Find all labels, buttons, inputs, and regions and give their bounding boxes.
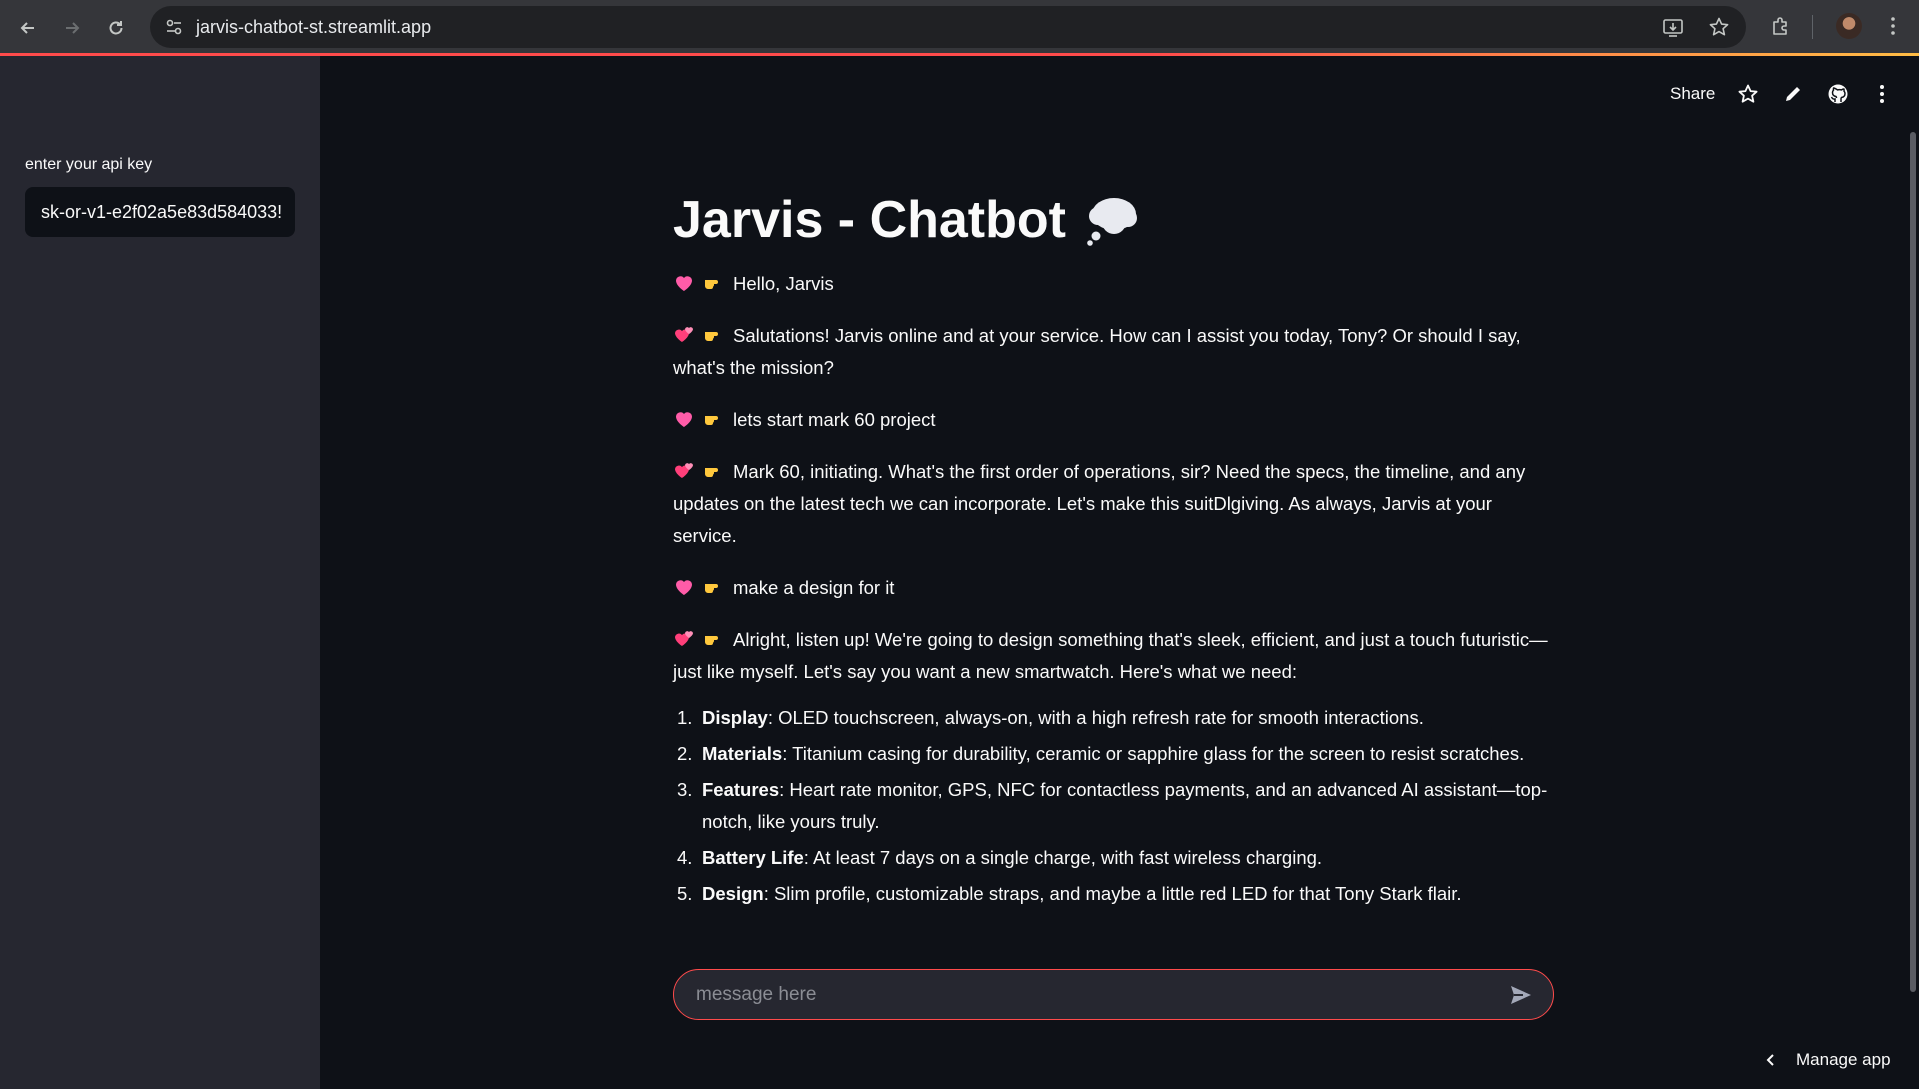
list-item: 2. Materials: Titanium casing for durabil… xyxy=(677,743,1525,764)
main-content: Jarvis - Chatbot Hello, Jarvis Salutatio… xyxy=(673,180,1553,914)
share-button[interactable]: Share xyxy=(1670,84,1715,104)
chat-message-assistant: Alright, listen up! We're going to desig… xyxy=(673,624,1553,688)
address-bar[interactable]: jarvis-chatbot-st.streamlit.app xyxy=(150,6,1746,48)
chat-history: Hello, Jarvis Salutations! Jarvis online… xyxy=(673,268,1553,910)
extensions-puzzle-icon[interactable] xyxy=(1768,13,1794,39)
heart-icon xyxy=(676,580,692,595)
pointing-hand-icon xyxy=(705,468,718,477)
arrow-right-icon xyxy=(66,22,80,34)
manage-app-label: Manage app xyxy=(1796,1050,1891,1069)
send-icon xyxy=(1511,985,1531,1004)
pointing-hand-icon xyxy=(705,416,718,425)
send-button[interactable] xyxy=(1499,973,1543,1017)
message-text: Alright, listen up! We're going to desig… xyxy=(673,629,1548,682)
list-item: 3. Features: Heart rate monitor, GPS, NFC… xyxy=(677,779,1548,832)
list-item: 1. Display: OLED touchscreen, always-on, … xyxy=(677,707,1424,728)
chat-input-container[interactable] xyxy=(673,969,1554,1020)
edit-pencil-icon[interactable] xyxy=(1781,82,1805,106)
github-icon[interactable] xyxy=(1826,82,1850,106)
install-app-icon[interactable] xyxy=(1660,14,1686,40)
pointing-hand-icon xyxy=(705,636,718,645)
bookmark-star-icon[interactable] xyxy=(1706,14,1732,40)
chat-message-input[interactable] xyxy=(674,970,1499,1019)
site-info-icon[interactable] xyxy=(162,15,186,39)
chat-message-assistant: Salutations! Jarvis online and at your s… xyxy=(673,320,1553,384)
chat-message-user: make a design for it xyxy=(673,572,1553,604)
arrow-left-icon xyxy=(20,22,34,34)
api-key-label: enter your api key xyxy=(25,156,153,173)
toolbar-divider xyxy=(1812,15,1813,39)
api-key-input[interactable] xyxy=(25,187,295,237)
reload-button[interactable] xyxy=(98,10,134,46)
pointing-hand-icon xyxy=(705,332,718,341)
forward-button[interactable] xyxy=(54,10,90,46)
browser-toolbar: jarvis-chatbot-st.streamlit.app xyxy=(0,0,1919,56)
heart-icon xyxy=(676,276,692,291)
message-text: lets start mark 60 project xyxy=(733,409,936,430)
message-text: make a design for it xyxy=(733,577,895,598)
chevron-left-icon xyxy=(1766,1054,1774,1066)
scrollbar[interactable] xyxy=(1910,132,1916,992)
chat-message-user: lets start mark 60 project xyxy=(673,404,1553,436)
pointing-hand-icon xyxy=(705,584,718,593)
two-hearts-icon xyxy=(675,463,693,478)
reload-icon xyxy=(109,21,123,35)
chat-message-user: Hello, Jarvis xyxy=(673,268,1553,300)
two-hearts-icon xyxy=(675,327,693,342)
thought-balloon-icon xyxy=(1087,198,1137,246)
list-item: 4. Battery Life: At least 7 days on a sin… xyxy=(677,847,1323,868)
two-hearts-icon xyxy=(675,631,693,646)
sidebar: enter your api key xyxy=(0,56,320,1089)
page-title: Jarvis - Chatbot xyxy=(673,180,1553,260)
manage-app-button[interactable]: Manage app xyxy=(1764,1050,1891,1070)
page-title-text: Jarvis - Chatbot xyxy=(673,191,1066,249)
profile-avatar[interactable] xyxy=(1836,13,1862,39)
browser-menu-icon[interactable] xyxy=(1880,13,1906,39)
chat-message-assistant: Mark 60, initiating. What's the first or… xyxy=(673,456,1553,552)
message-text: Hello, Jarvis xyxy=(733,273,834,294)
message-text: Mark 60, initiating. What's the first or… xyxy=(673,461,1526,546)
main-menu-icon[interactable] xyxy=(1870,82,1894,106)
message-text: Salutations! Jarvis online and at your s… xyxy=(673,325,1521,378)
url-text[interactable]: jarvis-chatbot-st.streamlit.app xyxy=(196,17,431,38)
star-icon[interactable] xyxy=(1736,82,1760,106)
heart-icon xyxy=(676,412,692,427)
pointing-hand-icon xyxy=(705,280,718,289)
back-button[interactable] xyxy=(10,10,46,46)
design-spec-list: 1. Display: OLED touchscreen, always-on, … xyxy=(673,702,1553,910)
list-item: 5. Design: Slim profile, customizable str… xyxy=(677,883,1462,904)
